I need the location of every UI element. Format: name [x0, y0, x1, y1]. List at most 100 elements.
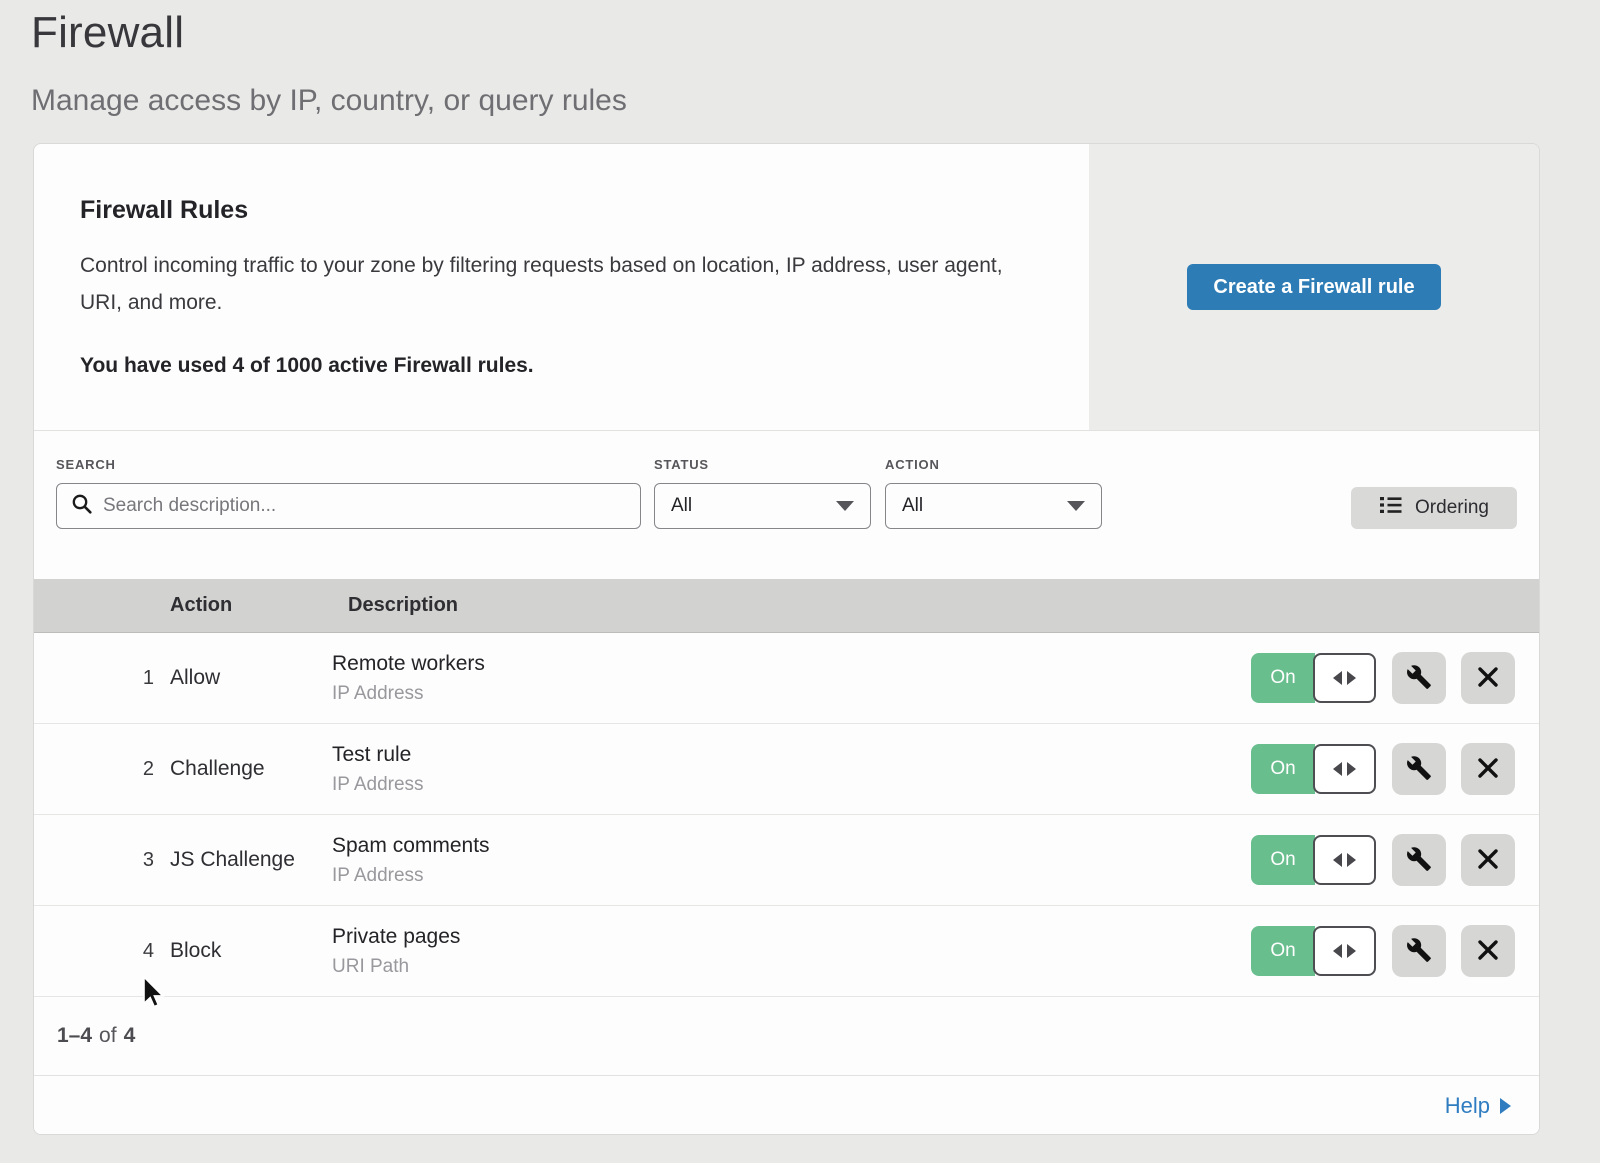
create-rule-panel: Create a Firewall rule [1089, 144, 1539, 430]
toggle-on-label: On [1251, 835, 1315, 885]
search-input[interactable] [103, 495, 626, 517]
rule-controls: On [1251, 652, 1515, 704]
rule-priority: 4 [34, 940, 154, 963]
filters-bar: SEARCH STATUS All ACTION All Ordering [34, 431, 1539, 579]
table-row: 2 Challenge Test rule IP Address On [34, 724, 1539, 815]
rule-match-type: IP Address [332, 683, 485, 705]
rule-description: Private pages URI Path [332, 925, 460, 978]
help-link[interactable]: Help [1445, 1093, 1511, 1119]
search-input-wrapper[interactable] [56, 483, 641, 529]
intro-heading: Firewall Rules [80, 196, 1054, 225]
wrench-icon [1406, 664, 1432, 693]
toggle-knob [1313, 926, 1376, 976]
arrow-right-icon [1347, 762, 1356, 776]
pagination-summary: 1–4 of 4 [34, 997, 1539, 1076]
rule-action: JS Challenge [170, 848, 332, 872]
action-dropdown[interactable]: All [885, 483, 1102, 529]
arrow-left-icon [1333, 853, 1342, 867]
toggle-on-label: On [1251, 653, 1315, 703]
toggle-knob [1313, 653, 1376, 703]
delete-rule-button[interactable] [1461, 652, 1515, 704]
rule-description: Remote workers IP Address [332, 652, 485, 705]
table-header-row: Action Description [34, 579, 1539, 633]
arrow-right-icon [1500, 1098, 1511, 1114]
arrow-right-icon [1347, 944, 1356, 958]
page-subtitle: Manage access by IP, country, or query r… [31, 84, 627, 118]
rule-action: Challenge [170, 757, 332, 781]
list-ordering-icon [1379, 494, 1403, 522]
delete-rule-button[interactable] [1461, 743, 1515, 795]
search-label: SEARCH [56, 457, 116, 472]
rule-controls: On [1251, 834, 1515, 886]
rule-description: Test rule IP Address [332, 743, 424, 796]
column-header-description: Description [348, 594, 458, 617]
rule-description-title: Spam comments [332, 834, 490, 858]
ordering-button[interactable]: Ordering [1351, 487, 1517, 529]
edit-rule-button[interactable] [1392, 743, 1446, 795]
page-header: Firewall Manage access by IP, country, o… [31, 8, 627, 118]
table-row: 1 Allow Remote workers IP Address On [34, 633, 1539, 724]
status-label: STATUS [654, 457, 709, 472]
create-firewall-rule-button[interactable]: Create a Firewall rule [1187, 264, 1440, 310]
action-dropdown-value: All [902, 495, 923, 517]
search-icon [71, 493, 93, 520]
wrench-icon [1406, 755, 1432, 784]
edit-rule-button[interactable] [1392, 652, 1446, 704]
delete-rule-button[interactable] [1461, 834, 1515, 886]
toggle-on-label: On [1251, 744, 1315, 794]
rule-match-type: URI Path [332, 956, 460, 978]
ordering-button-label: Ordering [1415, 497, 1489, 519]
rule-enabled-toggle[interactable]: On [1251, 653, 1376, 703]
rule-controls: On [1251, 925, 1515, 977]
help-row: Help [34, 1076, 1539, 1135]
page-title: Firewall [31, 8, 627, 58]
rules-usage-text: You have used 4 of 1000 active Firewall … [80, 354, 1054, 378]
toggle-knob [1313, 835, 1376, 885]
rule-description-title: Remote workers [332, 652, 485, 676]
edit-rule-button[interactable] [1392, 925, 1446, 977]
help-link-label: Help [1445, 1093, 1490, 1119]
rule-controls: On [1251, 743, 1515, 795]
intro-text-block: Firewall Rules Control incoming traffic … [34, 144, 1054, 378]
rule-match-type: IP Address [332, 865, 490, 887]
action-label: ACTION [885, 457, 940, 472]
rule-match-type: IP Address [332, 774, 424, 796]
pagination-total: 4 [124, 1024, 136, 1048]
rule-priority: 1 [34, 667, 154, 690]
status-dropdown[interactable]: All [654, 483, 871, 529]
arrow-left-icon [1333, 671, 1342, 685]
wrench-icon [1406, 937, 1432, 966]
arrow-right-icon [1347, 853, 1356, 867]
rule-description: Spam comments IP Address [332, 834, 490, 887]
pagination-separator: of [99, 1024, 117, 1048]
wrench-icon [1406, 846, 1432, 875]
rule-description-title: Private pages [332, 925, 460, 949]
rule-priority: 3 [34, 849, 154, 872]
close-icon [1476, 665, 1500, 692]
close-icon [1476, 847, 1500, 874]
rule-action: Allow [170, 666, 332, 690]
rule-enabled-toggle[interactable]: On [1251, 926, 1376, 976]
rule-enabled-toggle[interactable]: On [1251, 744, 1376, 794]
status-dropdown-value: All [671, 495, 692, 517]
column-header-action: Action [170, 594, 348, 617]
rule-enabled-toggle[interactable]: On [1251, 835, 1376, 885]
table-row: 4 Block Private pages URI Path On [34, 906, 1539, 997]
table-row: 3 JS Challenge Spam comments IP Address … [34, 815, 1539, 906]
chevron-down-icon [836, 501, 854, 511]
arrow-left-icon [1333, 762, 1342, 776]
firewall-rules-card: Firewall Rules Control incoming traffic … [33, 143, 1540, 1135]
delete-rule-button[interactable] [1461, 925, 1515, 977]
pagination-range: 1–4 [57, 1024, 92, 1048]
rule-priority: 2 [34, 758, 154, 781]
chevron-down-icon [1067, 501, 1085, 511]
toggle-on-label: On [1251, 926, 1315, 976]
arrow-right-icon [1347, 671, 1356, 685]
edit-rule-button[interactable] [1392, 834, 1446, 886]
rule-description-title: Test rule [332, 743, 424, 767]
intro-description: Control incoming traffic to your zone by… [80, 247, 1030, 321]
close-icon [1476, 938, 1500, 965]
rule-action: Block [170, 939, 332, 963]
rules-table: Action Description 1 Allow Remote worker… [34, 579, 1539, 997]
toggle-knob [1313, 744, 1376, 794]
